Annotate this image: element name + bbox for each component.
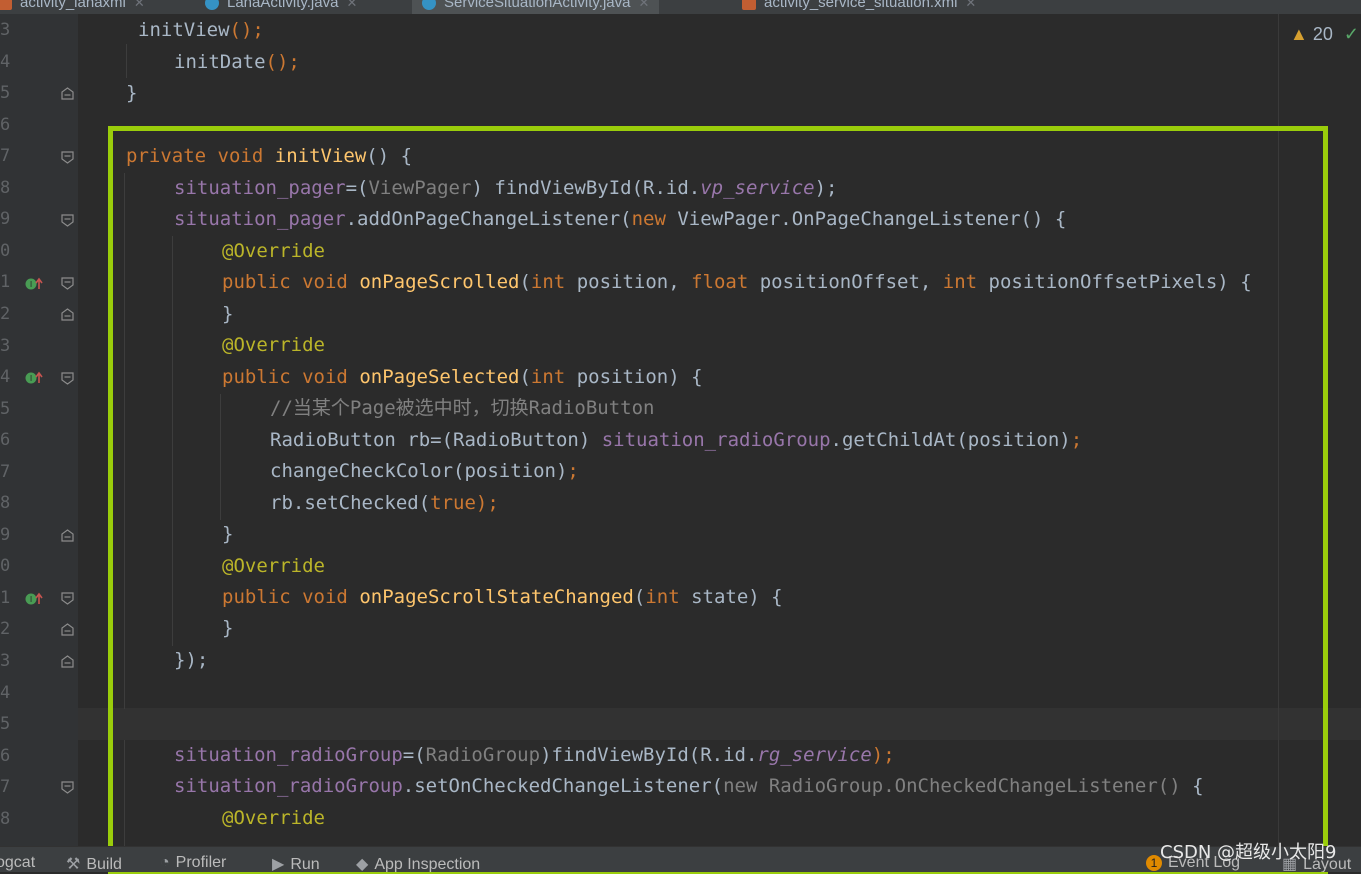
svg-text:I: I	[30, 280, 32, 289]
fold-start-icon[interactable]	[61, 372, 74, 385]
fold-start-icon[interactable]	[61, 781, 74, 794]
line-number: 9	[0, 524, 11, 545]
line-number: 8	[0, 177, 11, 198]
java-class-icon	[422, 0, 436, 11]
build-tool-button[interactable]: ⚒ Build	[66, 854, 122, 872]
line-number: 8	[0, 808, 11, 829]
line-number: 3	[0, 335, 11, 356]
tab-activity-service-situation-xml[interactable]: activity_service_situation.xml ✕	[742, 0, 976, 14]
line-number: 8	[0, 493, 11, 514]
fold-start-icon[interactable]	[61, 214, 74, 227]
fold-end-icon[interactable]	[61, 623, 74, 636]
tool-window-bar: ogcat ⚒Build ◔Profiler ▶Run ◆App Inspect…	[0, 846, 1361, 872]
editor-tab-bar: activity_lanaxml ✕ LanaActivity.java ✕ Ser…	[0, 0, 1361, 14]
fold-end-icon[interactable]	[61, 529, 74, 542]
run-icon: ▶	[272, 856, 285, 872]
java-class-icon	[205, 0, 219, 11]
watermark: CSDN @超级小太阳9	[1160, 842, 1337, 863]
line-number: 2	[0, 619, 11, 640]
code-line[interactable]: initDate();	[174, 46, 300, 78]
profiler-icon: ◔	[160, 854, 170, 871]
implements-method-icon[interactable]: I	[24, 591, 44, 605]
fold-start-icon[interactable]	[61, 592, 74, 605]
fold-start-icon[interactable]	[61, 277, 74, 290]
line-number: 9	[0, 209, 11, 230]
close-icon[interactable]: ✕	[638, 0, 649, 10]
run-tool-button[interactable]: ▶ Run	[272, 854, 320, 872]
warning-icon: ▲	[1290, 24, 1308, 44]
app-inspection-icon: ◆	[356, 856, 369, 872]
inspection-widget[interactable]: ▲ 20 ✓	[1290, 24, 1359, 45]
line-number: 1	[0, 587, 11, 608]
fold-end-icon[interactable]	[61, 308, 74, 321]
line-number: 2	[0, 303, 11, 324]
hammer-icon: ⚒	[66, 856, 81, 872]
tab-activity-lana-xml[interactable]: activity_lanaxml ✕	[0, 0, 145, 14]
code-line[interactable]: initView();	[138, 14, 264, 46]
app-inspection-tool-button[interactable]: ◆ App Inspection	[356, 854, 480, 872]
line-number: 4	[0, 51, 11, 72]
line-number: 0	[0, 556, 11, 577]
close-icon[interactable]: ✕	[134, 0, 145, 10]
check-icon: ✓	[1343, 24, 1359, 44]
profiler-tool-button[interactable]: ◔ Profiler	[160, 854, 226, 872]
line-number: 0	[0, 240, 11, 261]
svg-text:I: I	[30, 595, 32, 604]
xml-layout-icon	[742, 0, 756, 11]
line-number: 6	[0, 745, 11, 766]
line-number: 5	[0, 398, 11, 419]
implements-method-icon[interactable]: I	[24, 370, 44, 384]
highlight-annotation-box	[108, 126, 1328, 874]
logcat-tool-button[interactable]: ogcat	[0, 854, 35, 872]
fold-end-icon[interactable]	[61, 87, 74, 100]
xml-file-icon	[0, 0, 12, 11]
line-number: 6	[0, 114, 11, 135]
line-number: 5	[0, 83, 11, 104]
line-number: 6	[0, 430, 11, 451]
line-number: 7	[0, 461, 11, 482]
indent-guide	[126, 44, 127, 78]
close-icon[interactable]: ✕	[965, 0, 976, 10]
close-icon[interactable]: ✕	[346, 0, 357, 10]
svg-text:I: I	[30, 374, 32, 383]
fold-end-icon[interactable]	[61, 655, 74, 668]
line-number: 1	[0, 272, 11, 293]
line-number: 5	[0, 714, 11, 735]
line-number: 7	[0, 777, 11, 798]
line-number: 3	[0, 651, 11, 671]
code-line[interactable]: }	[126, 77, 137, 109]
line-number: 7	[0, 146, 11, 167]
implements-method-icon[interactable]: I	[24, 276, 44, 290]
line-number: 4	[0, 682, 11, 703]
fold-start-icon[interactable]	[61, 151, 74, 164]
line-number: 4	[0, 367, 11, 388]
line-number: 3	[0, 20, 11, 40]
tab-service-situation-activity-java[interactable]: ServiceSituationActivity.java ✕	[412, 0, 660, 14]
tab-lana-activity-java[interactable]: LanaActivity.java ✕	[205, 0, 357, 14]
